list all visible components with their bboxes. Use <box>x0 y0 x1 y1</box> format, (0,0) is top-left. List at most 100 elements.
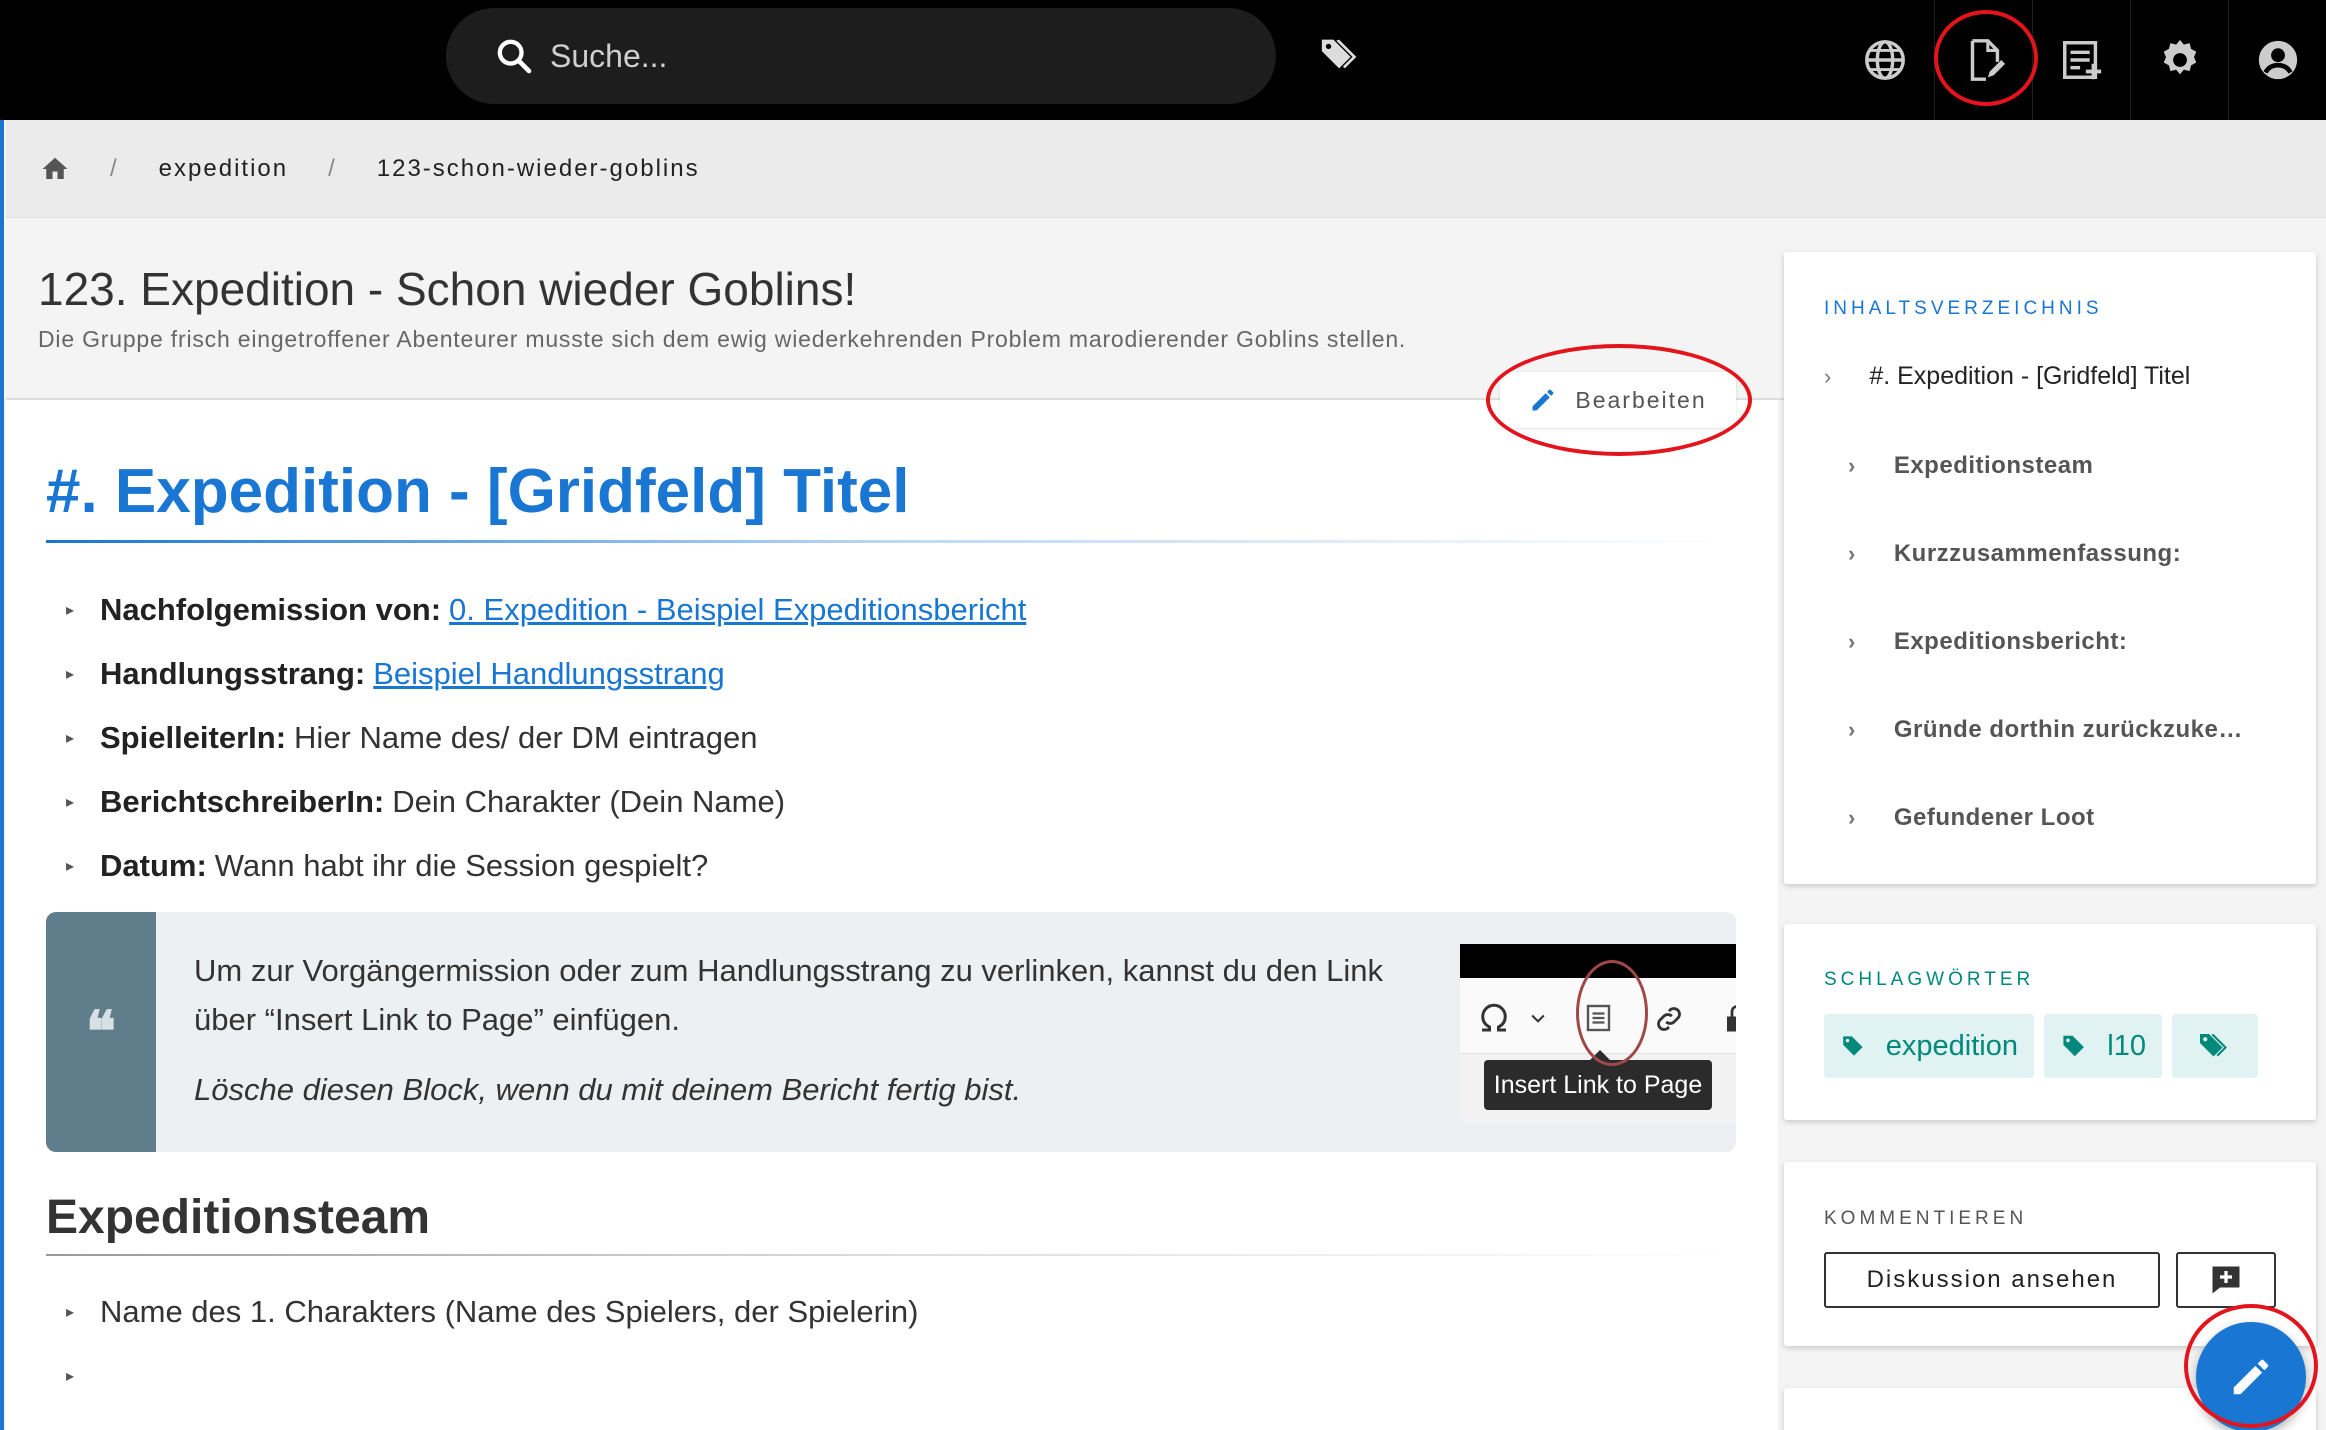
predecessor-link[interactable]: 0. Expedition - Beispiel Expeditionsberi… <box>449 592 1026 628</box>
account-button[interactable] <box>2228 0 2326 120</box>
list-item: ▸ Nachfolgemission von: 0. Expedition - Be… <box>66 578 1026 642</box>
meta-value: Hier Name des/ der DM eintragen <box>294 720 758 755</box>
account-icon <box>2258 40 2297 80</box>
list-item: ▸ BerichtschreiberIn: Dein Charakter (Dein… <box>66 770 1026 834</box>
chevron-right-icon: › <box>1848 453 1856 478</box>
bullet-icon: ▸ <box>66 602 75 619</box>
meta-value: Wann habt ihr die Session gespielt? <box>214 848 709 883</box>
section-heading-team: Expeditionsteam <box>46 1191 431 1244</box>
tooltip: Insert Link to Page <box>1484 1050 1712 1110</box>
list-item: ▸ Datum: Wann habt ihr die Session gespiel… <box>66 834 1026 898</box>
comment-card: KOMMENTIEREN Diskussion ansehen <box>1784 1162 2316 1346</box>
quote-mark-icon: ❝ <box>46 912 156 1152</box>
toc-item-loot[interactable]: › Gefundener Loot <box>1848 804 2095 832</box>
tag-icon <box>1843 1036 1863 1056</box>
page-description: Die Gruppe frisch eingetroffener Abenteu… <box>38 326 1407 352</box>
breadcrumb-item-expedition[interactable]: expedition <box>159 155 288 183</box>
team-list: ▸ Name des 1. Charakters (Name des Spiele… <box>66 1280 918 1408</box>
storyline-link[interactable]: Beispiel Handlungsstrang <box>373 656 725 692</box>
meta-label: SpielleiterIn: <box>100 720 287 755</box>
bullet-icon: ▸ <box>66 858 75 875</box>
tag-l10[interactable]: l10 <box>2044 1014 2162 1078</box>
tag-icon <box>2063 1035 2084 1057</box>
comment-label: KOMMENTIEREN <box>1824 1208 2028 1229</box>
home-icon[interactable] <box>40 154 70 184</box>
chevron-right-icon: › <box>1824 363 1832 389</box>
list-item: ▸ Handlungsstrang: Beispiel Handlungsstran… <box>66 642 1026 706</box>
meta-label: BerichtschreiberIn: <box>100 784 385 819</box>
chevron-right-icon: › <box>1848 629 1856 654</box>
tags-icon <box>2200 1034 2227 1057</box>
tags-card: SCHLAGWÖRTER expedition l10 <box>1784 924 2316 1120</box>
pencil-icon <box>1532 389 1554 411</box>
breadcrumb-item-current[interactable]: 123-schon-wieder-goblins <box>377 155 700 183</box>
tag-expedition[interactable]: expedition <box>1824 1014 2034 1078</box>
left-accent-line <box>0 120 4 1430</box>
page-actions-button[interactable] <box>2032 0 2130 120</box>
toc-item-summary[interactable]: › Kurzzusammenfassung: <box>1848 540 2181 568</box>
screenshot-toolbar <box>1460 978 1736 1054</box>
bullet-icon: ▸ <box>66 730 75 747</box>
toc-item-main[interactable]: › #. Expedition - [Gridfeld] Titel <box>1824 362 2190 391</box>
team-member: Name des 1. Charakters (Name des Spieler… <box>100 1294 919 1329</box>
all-tags-button[interactable] <box>2172 1014 2258 1078</box>
edit-button-label: Bearbeiten <box>1575 386 1707 413</box>
meta-list: ▸ Nachfolgemission von: 0. Expedition - Be… <box>66 578 1026 898</box>
toc-label: INHALTSVERZEICHNIS <box>1824 298 2103 319</box>
page-title: 123. Expedition - Schon wieder Goblins! <box>38 263 857 315</box>
toc-item-label: Gründe dorthin zurückzuke… <box>1893 716 2243 743</box>
toc-item-reasons[interactable]: › Gründe dorthin zurückzuke… <box>1848 716 2243 744</box>
lock-icon <box>1727 1005 1736 1032</box>
tags-label: SCHLAGWÖRTER <box>1824 969 2035 990</box>
section-underline <box>46 1254 1736 1256</box>
settings-button[interactable] <box>2130 0 2228 120</box>
toc-card: INHALTSVERZEICHNIS › #. Expedition - [Gri… <box>1784 252 2316 884</box>
content-heading: #. Expedition - [Gridfeld] Titel <box>46 457 910 526</box>
new-page-icon <box>1970 39 2005 81</box>
chevron-down-icon <box>1531 1014 1545 1023</box>
chevron-right-icon: › <box>1848 717 1856 742</box>
insert-page-link-icon <box>1586 1004 1611 1032</box>
breadcrumb-separator: / <box>328 154 337 182</box>
top-bar <box>0 0 2326 120</box>
toc-item-report[interactable]: › Expeditionsbericht: <box>1848 628 2127 656</box>
tags-button[interactable] <box>1316 30 1366 80</box>
tags-icon <box>1321 39 1357 69</box>
tag-label: l10 <box>2107 1029 2146 1062</box>
edit-fab-button[interactable] <box>2196 1322 2306 1430</box>
gear-icon <box>2163 39 2196 75</box>
bullet-icon: ▸ <box>66 1368 75 1385</box>
quote-text: Um zur Vorgängermission oder zum Handlun… <box>194 953 1383 1037</box>
bullet-icon: ▸ <box>66 666 75 683</box>
tag-label: expedition <box>1885 1029 2018 1062</box>
edit-button[interactable]: Bearbeiten <box>1500 372 1736 428</box>
search-bar[interactable] <box>446 8 1276 104</box>
search-icon <box>497 39 532 74</box>
list-item: ▸ SpielleiterIn: Hier Name des/ der DM ein… <box>66 706 1026 770</box>
new-page-button[interactable] <box>1934 0 2032 120</box>
info-blockquote: ❝ Um zur Vorgängermission oder zum Handl… <box>46 912 1736 1152</box>
breadcrumb-separator: / <box>110 154 119 182</box>
search-input[interactable] <box>550 37 1150 75</box>
toc-item-team[interactable]: › Expeditionsteam <box>1848 452 2093 480</box>
toc-item-label: #. Expedition - [Gridfeld] Titel <box>1869 362 2191 390</box>
meta-value: Dein Charakter (Dein Name) <box>392 784 786 819</box>
toc-item-label: Kurzzusammenfassung: <box>1893 540 2182 567</box>
bullet-icon: ▸ <box>66 794 75 811</box>
meta-label: Nachfolgemission von: <box>100 592 442 627</box>
meta-label: Datum: <box>100 848 207 883</box>
list-item: ▸ Name des 1. Charakters (Name des Spiele… <box>66 1280 918 1344</box>
heading-underline <box>46 540 1736 543</box>
view-discussion-button[interactable]: Diskussion ansehen <box>1824 1252 2160 1308</box>
page-content: #. Expedition - [Gridfeld] Titel ▸ Nachfo… <box>6 400 1778 1430</box>
globe-icon <box>1865 40 1905 80</box>
toc-item-label: Expeditionsteam <box>1893 452 2094 479</box>
language-button[interactable] <box>1836 0 1934 120</box>
list-item: ▸ <box>66 1344 918 1408</box>
page-actions-icon <box>2062 41 2101 80</box>
screenshot-top-strip <box>1460 944 1736 978</box>
chevron-right-icon: › <box>1848 541 1856 566</box>
toc-item-label: Gefundener Loot <box>1893 804 2095 831</box>
breadcrumb: / expedition / 123-schon-wieder-goblins <box>6 120 2326 218</box>
add-comment-button[interactable] <box>2176 1252 2276 1308</box>
